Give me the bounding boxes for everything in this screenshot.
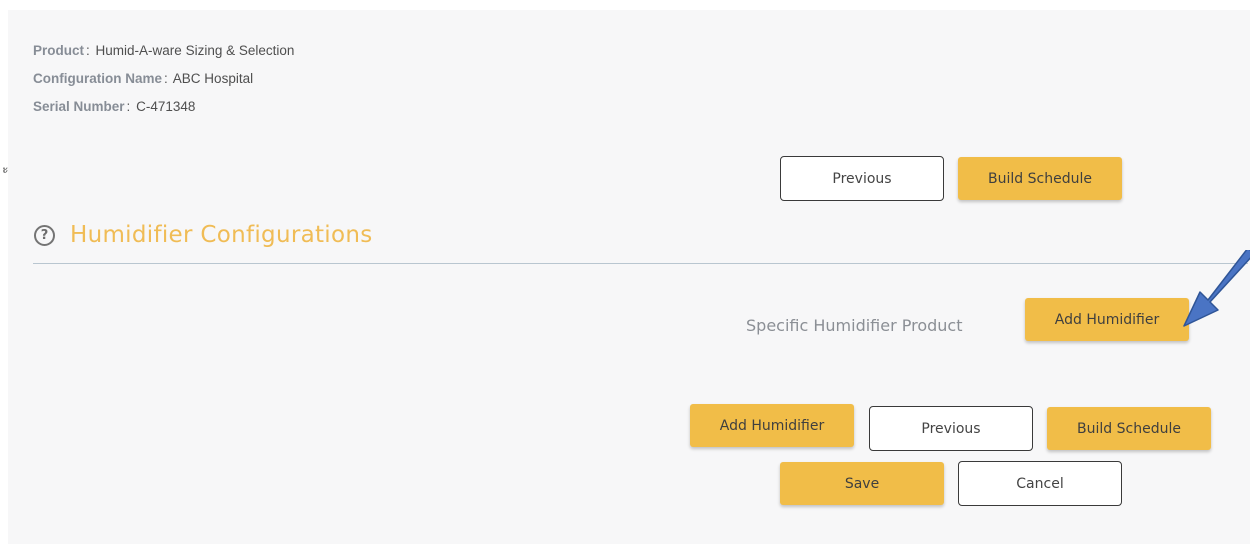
section-title: Humidifier Configurations bbox=[70, 222, 373, 248]
help-circle-icon[interactable]: ? bbox=[34, 224, 55, 246]
configuration-value: ABC Hospital bbox=[172, 71, 254, 86]
separator: : bbox=[126, 99, 131, 114]
bottom-add-humidifier-button[interactable]: Add Humidifier bbox=[690, 404, 854, 447]
product-label: Product bbox=[33, 43, 85, 58]
specific-product-label: Specific Humidifier Product bbox=[746, 316, 963, 335]
product-value: Humid-A-ware Sizing & Selection bbox=[95, 43, 295, 58]
serial-row: Serial Number: C-471348 bbox=[33, 96, 294, 124]
product-info: Product: Humid-A-ware Sizing & Selection… bbox=[33, 40, 294, 124]
edge-mark: ะ bbox=[2, 162, 9, 176]
configuration-row: Configuration Name: ABC Hospital bbox=[33, 68, 294, 96]
blue-arrow-icon bbox=[1183, 250, 1250, 327]
serial-value: C-471348 bbox=[136, 99, 196, 114]
configuration-label: Configuration Name bbox=[33, 71, 163, 86]
section-divider bbox=[33, 263, 1248, 264]
bottom-previous-button[interactable]: Previous bbox=[869, 406, 1033, 451]
cancel-button[interactable]: Cancel bbox=[958, 461, 1122, 506]
add-humidifier-button[interactable]: Add Humidifier bbox=[1025, 298, 1189, 341]
serial-label: Serial Number bbox=[33, 99, 125, 114]
separator: : bbox=[86, 43, 90, 58]
section-header: ? Humidifier Configurations bbox=[34, 222, 373, 248]
top-previous-button[interactable]: Previous bbox=[780, 156, 944, 201]
product-row: Product: Humid-A-ware Sizing & Selection bbox=[33, 40, 294, 68]
separator: : bbox=[164, 71, 168, 86]
save-button[interactable]: Save bbox=[780, 462, 944, 505]
bottom-build-schedule-button[interactable]: Build Schedule bbox=[1047, 407, 1211, 450]
top-build-schedule-button[interactable]: Build Schedule bbox=[958, 157, 1122, 200]
